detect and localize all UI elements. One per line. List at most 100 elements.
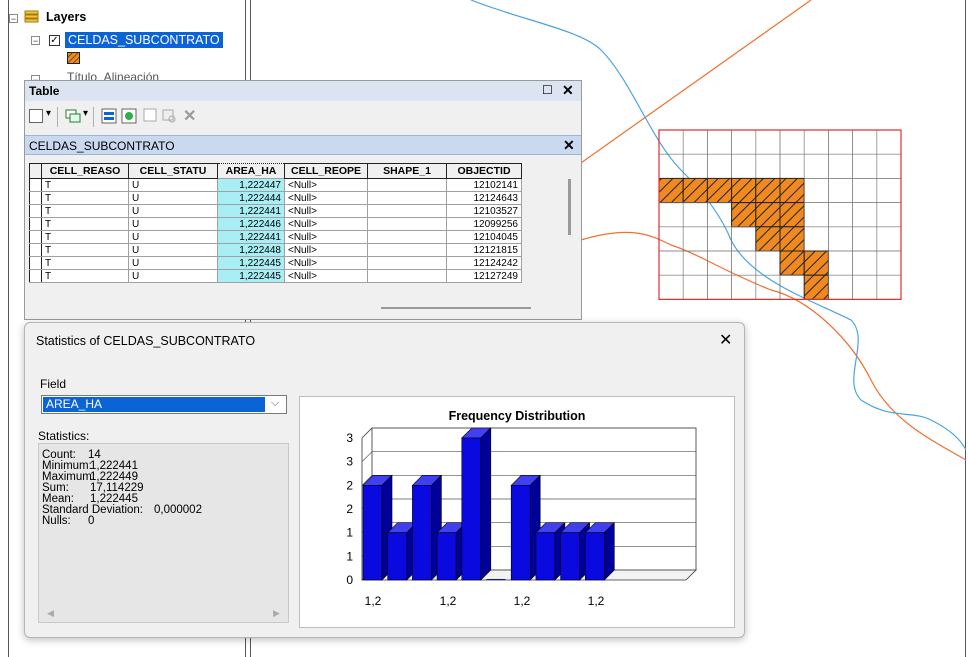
selected-cell[interactable] bbox=[658, 177, 684, 204]
layers-root-label[interactable]: Layers bbox=[46, 10, 86, 24]
grid-cell[interactable] bbox=[658, 129, 684, 155]
table-cell[interactable] bbox=[367, 230, 447, 244]
grid-cell[interactable] bbox=[803, 129, 829, 155]
select-by-attributes-icon[interactable] bbox=[101, 108, 117, 124]
grid-cell[interactable] bbox=[828, 250, 853, 276]
close-tab-icon[interactable]: ✕ bbox=[563, 137, 575, 154]
selected-cell[interactable] bbox=[803, 274, 829, 300]
table-cell[interactable]: 12103527 bbox=[446, 204, 522, 218]
grid-cell[interactable] bbox=[852, 178, 878, 203]
grid-cell[interactable] bbox=[852, 202, 878, 228]
grid-cell[interactable] bbox=[852, 250, 878, 276]
grid-cell[interactable] bbox=[682, 202, 708, 228]
grid-cell[interactable] bbox=[658, 226, 684, 252]
table-cell[interactable] bbox=[367, 178, 447, 192]
table-cell[interactable]: U bbox=[128, 269, 218, 283]
selected-cell[interactable] bbox=[779, 250, 805, 276]
table-cell[interactable]: U bbox=[128, 204, 218, 218]
statistics-text-box[interactable]: Count: 14 Minimum: 1,222441 Maximum: 1,222449… bbox=[38, 443, 289, 623]
grid-cell[interactable] bbox=[707, 274, 732, 300]
grid-cell[interactable] bbox=[658, 202, 684, 228]
selected-cell[interactable] bbox=[779, 177, 805, 204]
table-cell[interactable]: 1,222445 bbox=[217, 269, 285, 283]
table-cell[interactable]: <Null> bbox=[284, 230, 368, 244]
column-header-cell-statu[interactable]: CELL_STATU bbox=[128, 163, 218, 179]
selected-cell[interactable] bbox=[755, 177, 781, 204]
grid-cell[interactable] bbox=[682, 153, 708, 179]
table-cell[interactable]: 1,222441 bbox=[217, 204, 285, 218]
grid-cell[interactable] bbox=[803, 153, 829, 179]
grid-cell[interactable] bbox=[828, 153, 853, 179]
grid-cell[interactable] bbox=[803, 226, 829, 252]
table-cell[interactable]: U bbox=[128, 178, 218, 192]
row-selector[interactable] bbox=[29, 269, 42, 283]
grid-cell[interactable] bbox=[876, 274, 902, 300]
column-header-area-ha[interactable]: AREA_HA bbox=[217, 163, 285, 179]
grid-cell[interactable] bbox=[707, 226, 732, 252]
close-icon[interactable]: ✕ bbox=[719, 330, 732, 350]
zoom-to-selected-icon[interactable] bbox=[161, 108, 177, 124]
table-row[interactable]: T U 1,222445 <Null> 12127249 bbox=[29, 269, 522, 283]
table-cell[interactable]: 12127249 bbox=[446, 269, 522, 283]
table-cell[interactable] bbox=[367, 243, 447, 257]
grid-cell[interactable] bbox=[876, 250, 902, 276]
table-cell[interactable]: T bbox=[41, 256, 129, 270]
chevron-down-icon[interactable]: ⌵ bbox=[271, 397, 279, 410]
grid-cell[interactable] bbox=[803, 178, 829, 203]
grid-cell[interactable] bbox=[755, 274, 781, 300]
table-cell[interactable]: T bbox=[41, 178, 129, 192]
switch-selection-icon[interactable] bbox=[121, 108, 137, 124]
table-options-icon[interactable] bbox=[29, 109, 43, 123]
grid-cell[interactable] bbox=[876, 153, 902, 179]
row-selector[interactable] bbox=[29, 243, 42, 257]
vertical-scroll-thumb[interactable] bbox=[568, 179, 571, 235]
table-cell[interactable]: 1,222444 bbox=[217, 191, 285, 205]
grid-cell[interactable] bbox=[682, 274, 708, 300]
grid-cell[interactable] bbox=[731, 153, 757, 179]
horizontal-scroll-thumb[interactable] bbox=[381, 307, 531, 309]
row-selector[interactable] bbox=[29, 204, 42, 218]
table-cell[interactable]: U bbox=[128, 217, 218, 231]
grid-cell[interactable] bbox=[876, 178, 902, 203]
grid-cell[interactable] bbox=[876, 226, 902, 252]
table-cell[interactable]: T bbox=[41, 217, 129, 231]
selected-cell[interactable] bbox=[803, 250, 829, 276]
related-tables-dropdown-icon[interactable]: ▾ bbox=[83, 108, 88, 119]
grid-cell[interactable] bbox=[828, 129, 853, 155]
grid-cell[interactable] bbox=[828, 202, 853, 228]
grid-cell[interactable] bbox=[682, 129, 708, 155]
delete-selected-icon[interactable]: ✕ bbox=[183, 106, 196, 126]
table-row[interactable]: T U 1,222441 <Null> 12103527 bbox=[29, 204, 522, 218]
table-row[interactable]: T U 1,222448 <Null> 12121815 bbox=[29, 243, 522, 257]
selected-cell[interactable] bbox=[779, 226, 805, 252]
table-row[interactable]: T U 1,222447 <Null> 12102141 bbox=[29, 178, 522, 192]
table-cell[interactable]: U bbox=[128, 230, 218, 244]
table-cell[interactable]: T bbox=[41, 230, 129, 244]
collapse-toggle-layer[interactable]: − bbox=[31, 36, 40, 46]
table-cell[interactable]: T bbox=[41, 269, 129, 283]
vertical-scrollbar[interactable] bbox=[563, 179, 577, 235]
table-cell[interactable]: 1,222447 bbox=[217, 178, 285, 192]
close-icon[interactable]: ✕ bbox=[562, 82, 574, 99]
table-cell[interactable]: T bbox=[41, 204, 129, 218]
grid-cell[interactable] bbox=[852, 153, 878, 179]
column-header-cell-reaso[interactable]: CELL_REASO bbox=[41, 163, 129, 179]
attribute-grid[interactable]: CELL_REASO CELL_STATU AREA_HA CELL_REOPE SHA… bbox=[29, 163, 559, 305]
row-selector[interactable] bbox=[29, 178, 42, 192]
table-cell[interactable]: U bbox=[128, 243, 218, 257]
table-cell[interactable]: 1,222445 bbox=[217, 256, 285, 270]
grid-cell[interactable] bbox=[682, 226, 708, 252]
table-cell[interactable]: <Null> bbox=[284, 217, 368, 231]
table-tab[interactable]: CELDAS_SUBCONTRATO bbox=[29, 139, 175, 153]
table-cell[interactable]: <Null> bbox=[284, 191, 368, 205]
collapse-toggle-layers[interactable]: − bbox=[9, 14, 18, 24]
table-cell[interactable]: <Null> bbox=[284, 243, 368, 257]
table-cell[interactable]: 12102141 bbox=[446, 178, 522, 192]
table-row[interactable]: T U 1,222444 <Null> 12124643 bbox=[29, 191, 522, 205]
table-cell[interactable] bbox=[367, 191, 447, 205]
table-options-dropdown-icon[interactable]: ▾ bbox=[46, 108, 51, 119]
table-row[interactable]: T U 1,222446 <Null> 12099256 bbox=[29, 217, 522, 231]
table-cell[interactable]: 12124643 bbox=[446, 191, 522, 205]
table-cell[interactable]: 1,222446 bbox=[217, 217, 285, 231]
grid-cell[interactable] bbox=[658, 250, 684, 276]
